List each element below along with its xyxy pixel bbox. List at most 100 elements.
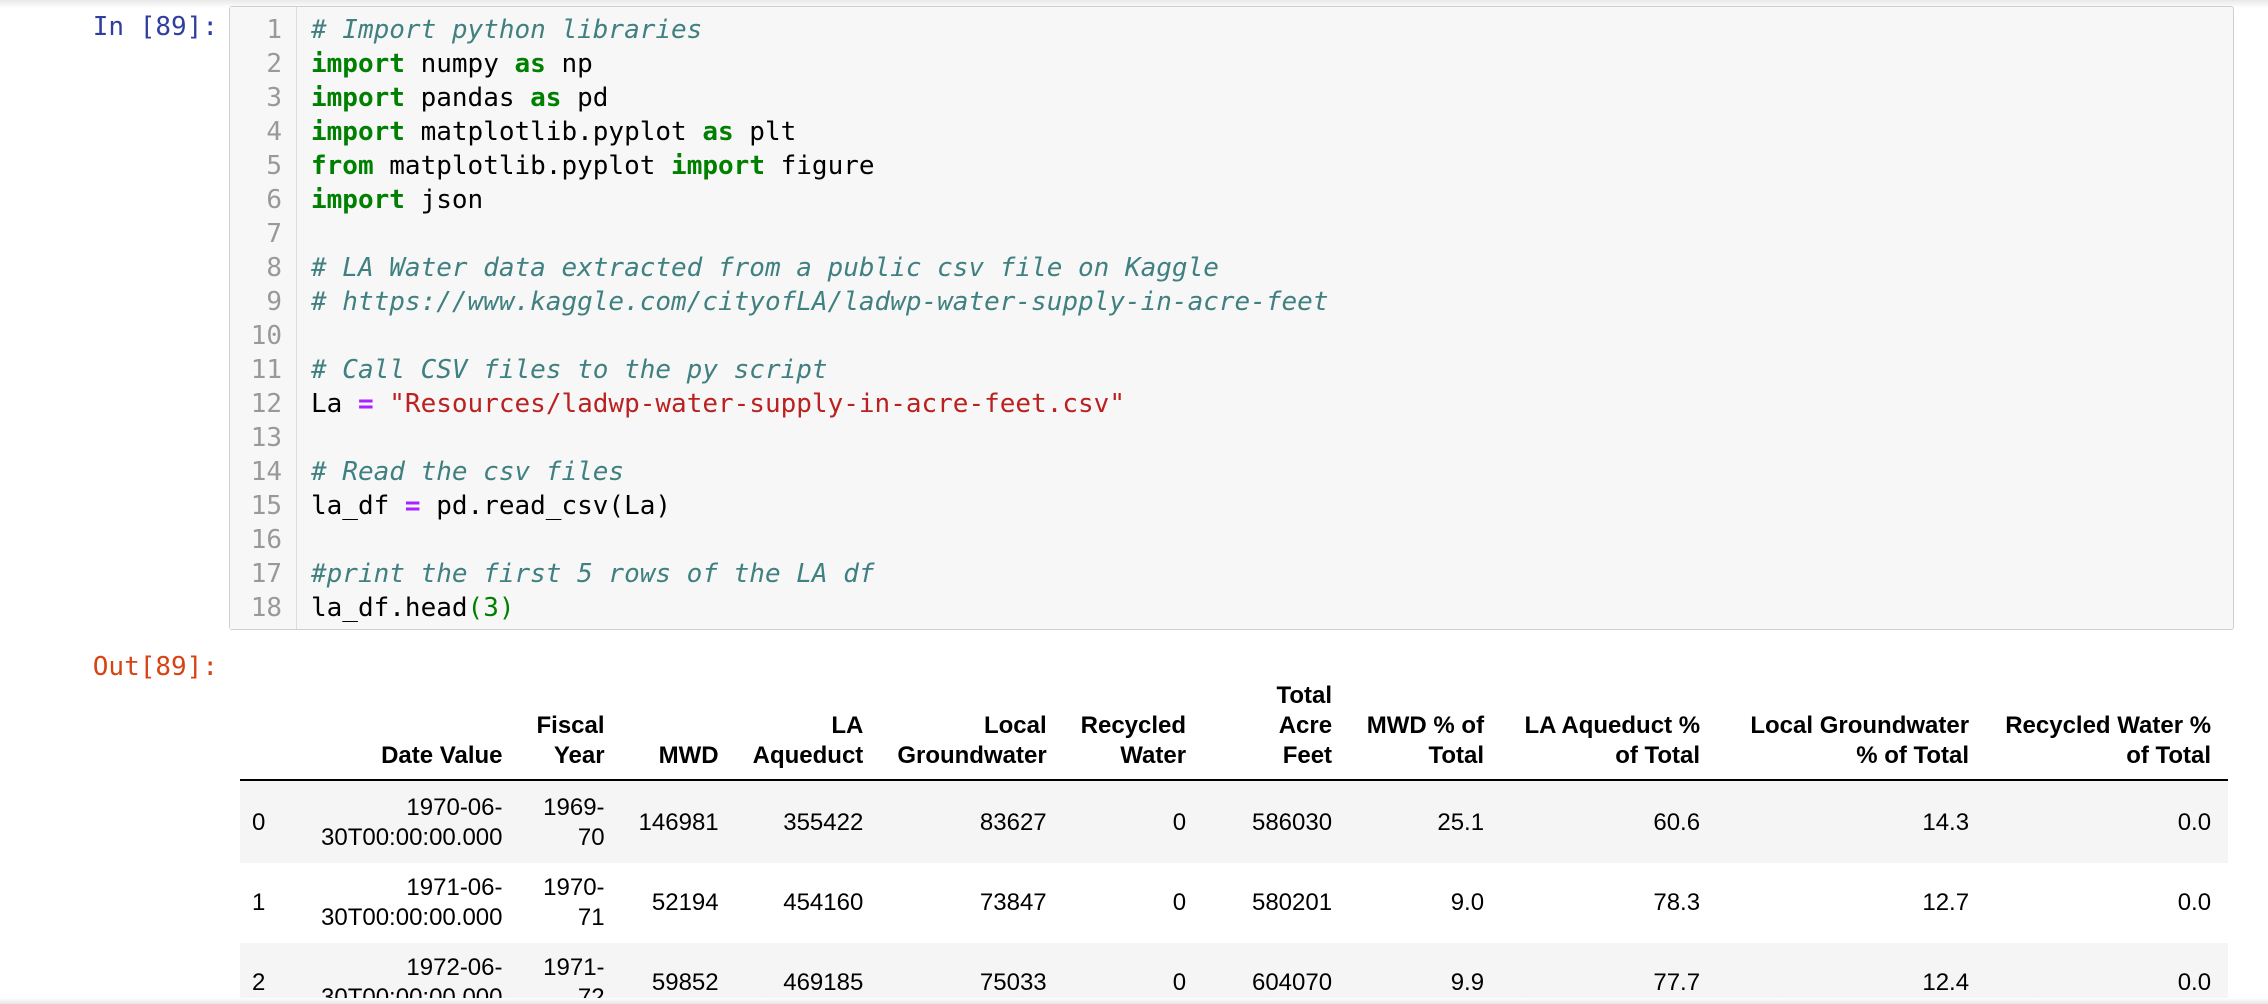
code-line: la_df.head(3) <box>311 591 1328 625</box>
column-header: LA Aqueduct <box>735 676 881 781</box>
table-cell: 355422 <box>783 809 864 836</box>
table-cell: 52194 <box>651 889 719 916</box>
code-line: import matplotlib.pyplot as plt <box>311 115 1328 149</box>
column-header: Local Groundwater <box>880 676 1064 781</box>
code-editor[interactable]: 1 2 3 4 5 6 7 8 9 10 11 12 13 14 15 16 17 18 # Import pyt… <box>229 6 2234 630</box>
table-cell: 146981 <box>638 809 719 836</box>
line-number: 3 <box>266 83 282 113</box>
row-index: 1 <box>252 889 266 916</box>
code-line: La = "Resources/ladwp-water-supply-in-ac… <box>311 387 1328 421</box>
line-number: 4 <box>266 117 282 147</box>
code-token: #print the first 5 rows of the LA df <box>311 559 875 589</box>
code-token: la_df <box>311 491 405 521</box>
line-number: 2 <box>266 49 282 79</box>
line-number: 15 <box>250 491 282 521</box>
table-cell: 604070 <box>1251 969 1333 996</box>
code-line: la_df = pd.read_csv(La) <box>311 489 1328 523</box>
table-cell: 73847 <box>979 889 1047 916</box>
line-number: 10 <box>250 321 282 351</box>
code-token: la_df.head <box>311 593 468 623</box>
code-token: as <box>514 49 546 79</box>
line-number: 7 <box>266 219 282 249</box>
column-header: LA Aqueduct % of Total <box>1501 676 1718 781</box>
table-cell: 77.7 <box>1653 969 1701 996</box>
table-row: 1 1971-06- 30T00:00:00.000 1970- 71 52194 4541… <box>240 863 2228 943</box>
line-number: 17 <box>250 559 282 589</box>
code-token: import <box>311 49 405 79</box>
code-line: from matplotlib.pyplot import figure <box>311 149 1328 183</box>
code-token: = <box>357 389 374 419</box>
code-token: json <box>404 185 484 215</box>
table-cell: 1970-06- 30T00:00:00.000 <box>321 794 503 851</box>
code-token: np <box>545 49 593 79</box>
line-number: 5 <box>266 151 282 181</box>
code-token: # Read the csv files <box>311 457 625 487</box>
table-header-row: Date Value Fiscal Year MWD LA Aqueduct Local Gr… <box>240 676 2229 781</box>
column-header: Recycled Water % of Total <box>1986 676 2229 781</box>
line-numbers: 1 2 3 4 5 6 7 8 9 10 11 12 13 14 15 16 17 18 <box>230 13 282 625</box>
line-number-gutter: 1 2 3 4 5 6 7 8 9 10 11 12 13 14 15 16 17 18 <box>230 7 297 629</box>
code-token: pd.read_csv(La) <box>420 491 672 521</box>
code-line: # LA Water data extracted from a public … <box>311 251 1328 285</box>
code-token: from <box>311 151 374 181</box>
table-cell: 12.7 <box>1922 889 1970 916</box>
code-token: import <box>671 151 765 181</box>
code-token: pandas <box>404 83 531 113</box>
code-token: plt <box>733 117 797 147</box>
column-header: Total Acre Feet <box>1203 676 1350 781</box>
code-token: as <box>702 117 734 147</box>
line-number: 8 <box>266 253 282 283</box>
table-cell: 1970- 71 <box>543 874 605 931</box>
table-cell: 0 <box>1172 809 1187 836</box>
code-token: figure <box>764 151 875 181</box>
code-token: matplotlib.pyplot <box>373 151 672 181</box>
code-token: = <box>404 491 421 521</box>
table-cell: 12.4 <box>1922 969 1970 996</box>
table-cell: 0.0 <box>2177 969 2212 996</box>
column-header: MWD % of Total <box>1349 676 1502 781</box>
column-header: MWD <box>621 676 736 781</box>
table-cell: 59852 <box>651 969 719 996</box>
line-number: 12 <box>250 389 282 419</box>
row-index: 0 <box>252 809 266 836</box>
code-token: matplotlib.pyplot <box>404 117 703 147</box>
line-number: 11 <box>250 355 282 385</box>
table-row: 0 1970-06- 30T00:00:00.000 1969- 70 146981 355… <box>240 780 2229 863</box>
table-cell: 580201 <box>1251 889 1333 916</box>
code-text[interactable]: # Import python libraries import numpy as… <box>311 13 1328 625</box>
table-cell: 469185 <box>783 969 864 996</box>
table-cell: 0 <box>1172 889 1187 916</box>
line-number: 1 <box>266 15 282 45</box>
table-cell: 586030 <box>1251 809 1333 836</box>
line-number: 18 <box>250 593 282 623</box>
table-cell: 1971-06- 30T00:00:00.000 <box>321 874 503 931</box>
code-token: # LA Water data extracted from a public … <box>311 253 1219 283</box>
code-token: La <box>311 389 358 419</box>
input-prompt: In [89]: <box>92 12 218 42</box>
code-line: #print the first 5 rows of the LA df <box>311 557 1328 591</box>
table-cell: 0.0 <box>2177 809 2212 836</box>
line-number: 16 <box>250 525 282 555</box>
code-token: as <box>530 83 562 113</box>
table-cell: 25.1 <box>1437 809 1485 836</box>
table-cell: 1969- 70 <box>543 794 605 851</box>
column-header <box>240 676 304 781</box>
table-cell: 0.0 <box>2177 889 2212 916</box>
table-body: 0 1970-06- 30T00:00:00.000 1969- 70 146981 355… <box>240 780 2229 1004</box>
row-index: 2 <box>252 969 266 996</box>
column-header: Local Groundwater% of Total <box>1717 676 1987 781</box>
table-cell: 0 <box>1172 969 1187 996</box>
table-cell: 454160 <box>783 889 864 916</box>
code-token: import <box>311 83 405 113</box>
code-token: pd <box>561 83 609 113</box>
table-cell: 83627 <box>979 809 1047 836</box>
code-line: # Read the csv files <box>311 455 1328 489</box>
table-cell: 9.0 <box>1450 889 1485 916</box>
code-token: # Import python libraries <box>311 15 703 45</box>
code-token: import <box>311 117 405 147</box>
line-number: 13 <box>250 423 282 453</box>
table-cell: 14.3 <box>1922 809 1970 836</box>
